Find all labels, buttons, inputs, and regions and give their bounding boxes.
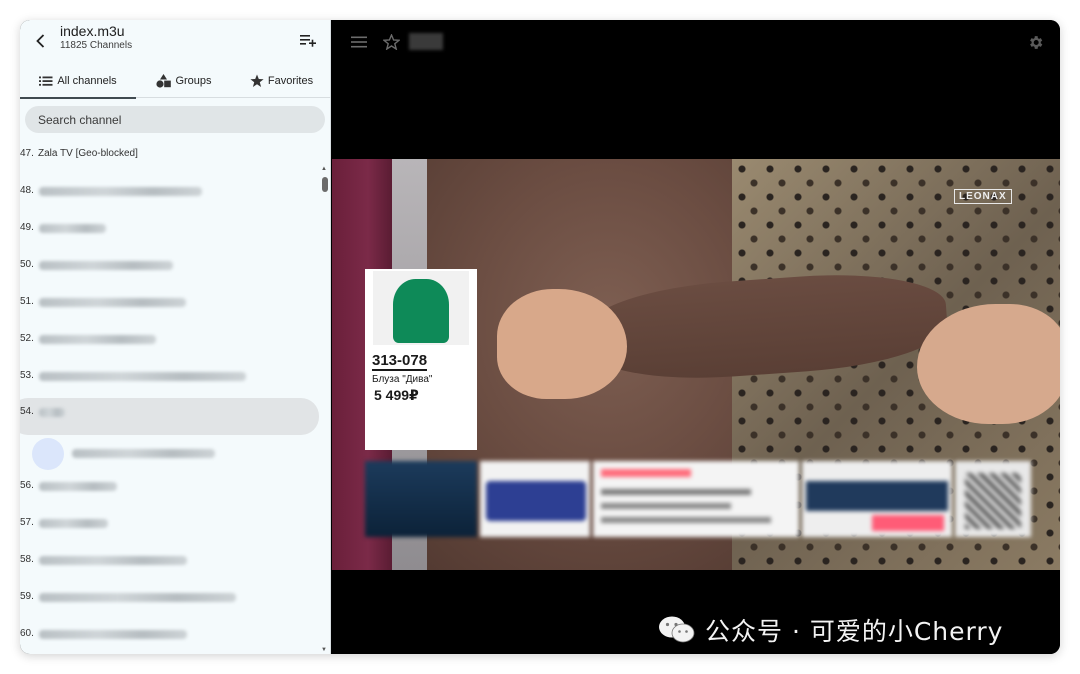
channel-list: 47. Zala TV [Geo-blocked] 48. 49. 50. 51… bbox=[20, 140, 325, 654]
channel-name-blurred bbox=[39, 482, 117, 491]
channel-number: 57. bbox=[20, 517, 34, 528]
star-icon bbox=[250, 74, 264, 87]
tab-groups[interactable]: Groups bbox=[136, 64, 232, 98]
channel-name-blurred bbox=[39, 408, 65, 417]
channel-number: 58. bbox=[20, 554, 34, 565]
channel-logo-overlay: LEONAX bbox=[954, 189, 1012, 204]
tab-groups-label: Groups bbox=[175, 75, 212, 87]
channel-sidebar: index.m3u 11825 Channels All channels Gr… bbox=[20, 20, 331, 654]
channel-name-blurred bbox=[39, 187, 202, 196]
channel-row[interactable]: 47. Zala TV [Geo-blocked] bbox=[20, 140, 325, 177]
channel-row-expanded[interactable] bbox=[20, 435, 325, 472]
shapes-icon bbox=[156, 74, 172, 88]
menu-button[interactable] bbox=[349, 32, 369, 52]
qr-code bbox=[965, 473, 1021, 529]
video-hand-left bbox=[497, 289, 627, 399]
favorite-button[interactable] bbox=[381, 32, 401, 52]
back-button[interactable] bbox=[26, 26, 56, 56]
playlist-title: index.m3u bbox=[60, 23, 125, 39]
channel-name-blurred bbox=[39, 630, 187, 639]
playlist-add-icon bbox=[300, 35, 316, 47]
menu-icon bbox=[351, 36, 367, 48]
player-toolbar bbox=[332, 20, 1060, 64]
channel-number: 52. bbox=[20, 333, 34, 344]
promo-panel-text-blurred bbox=[593, 461, 799, 537]
video-player[interactable]: LEONAX 313-078 Блуза "Дива" 5 499₽ bbox=[332, 20, 1060, 654]
truck-graphic bbox=[486, 481, 586, 521]
channel-number: 49. bbox=[20, 222, 34, 233]
star-outline-icon bbox=[382, 34, 400, 50]
channel-row[interactable]: 50. bbox=[20, 251, 325, 288]
product-price: 5 499₽ bbox=[374, 387, 419, 403]
channel-number: 48. bbox=[20, 185, 34, 196]
channel-number: 59. bbox=[20, 591, 34, 602]
video-frame[interactable]: LEONAX 313-078 Блуза "Дива" 5 499₽ bbox=[332, 159, 1060, 570]
channel-number: 47. bbox=[20, 148, 34, 159]
channel-name-blurred bbox=[39, 593, 236, 602]
channel-number: 56. bbox=[20, 480, 34, 491]
search-input[interactable] bbox=[25, 106, 325, 133]
current-channel-name-blurred bbox=[409, 33, 443, 50]
tab-favorites[interactable]: Favorites bbox=[232, 64, 331, 98]
channel-name-blurred bbox=[39, 519, 108, 528]
channel-row[interactable]: 60. bbox=[20, 620, 325, 654]
tab-all-channels[interactable]: All channels bbox=[20, 64, 136, 99]
channel-name-blurred bbox=[39, 335, 156, 344]
product-code: 313-078 bbox=[372, 352, 428, 371]
promo-panel-delivery-blurred bbox=[480, 461, 590, 537]
channel-number: 53. bbox=[20, 370, 34, 381]
product-name: Блуза "Дива" bbox=[372, 374, 433, 385]
selection-highlight bbox=[20, 398, 319, 435]
add-playlist-button[interactable] bbox=[297, 29, 319, 51]
product-image bbox=[373, 271, 469, 345]
channel-name-blurred bbox=[39, 556, 187, 565]
tab-bar: All channels Groups Favorites bbox=[20, 64, 331, 99]
channel-name-blurred bbox=[39, 224, 106, 233]
channel-name-blurred bbox=[39, 298, 186, 307]
promo-panel-blurred bbox=[365, 461, 477, 537]
channel-name-blurred bbox=[72, 449, 215, 458]
video-hand-right bbox=[917, 304, 1060, 424]
promo-panel-price-blurred bbox=[802, 461, 952, 537]
scroll-down-arrow[interactable]: ▼ bbox=[321, 647, 327, 653]
gear-icon bbox=[1029, 35, 1042, 49]
tab-favorites-label: Favorites bbox=[267, 75, 314, 87]
channel-row[interactable]: 49. bbox=[20, 214, 325, 251]
watermark-text: 公众号 · 可爱的小Cherry bbox=[705, 617, 1004, 646]
settings-button[interactable] bbox=[1025, 32, 1045, 52]
channel-name: Zala TV [Geo-blocked] bbox=[38, 148, 138, 159]
channel-count: 11825 Channels bbox=[60, 40, 133, 51]
channel-row[interactable]: 56. bbox=[20, 472, 325, 509]
channel-row[interactable]: 58. bbox=[20, 546, 325, 583]
channel-name-blurred bbox=[39, 372, 246, 381]
channel-name-blurred bbox=[39, 261, 173, 270]
channel-number: 51. bbox=[20, 296, 34, 307]
promo-strip bbox=[365, 461, 1031, 537]
scroll-up-arrow[interactable]: ▲ bbox=[321, 166, 327, 172]
channel-row[interactable]: 57. bbox=[20, 509, 325, 546]
app-window: index.m3u 11825 Channels All channels Gr… bbox=[20, 20, 1060, 654]
channel-row[interactable]: 53. bbox=[20, 362, 325, 399]
channel-logo bbox=[32, 438, 64, 470]
chevron-left-icon bbox=[36, 34, 45, 48]
tab-all-channels-label: All channels bbox=[57, 75, 117, 87]
channel-number: 50. bbox=[20, 259, 34, 270]
channel-row[interactable]: 51. bbox=[20, 288, 325, 325]
channel-row-selected[interactable]: 54. bbox=[20, 398, 325, 435]
list-icon bbox=[39, 76, 53, 86]
channel-row[interactable]: 52. bbox=[20, 325, 325, 362]
channel-number: 54. bbox=[20, 406, 34, 417]
product-card: 313-078 Блуза "Дива" 5 499₽ bbox=[365, 269, 477, 450]
sweater-graphic bbox=[393, 279, 449, 343]
promo-panel-qr-blurred bbox=[955, 461, 1031, 537]
channel-row[interactable]: 48. bbox=[20, 177, 325, 214]
wechat-icon bbox=[659, 616, 695, 643]
channel-number: 60. bbox=[20, 628, 34, 639]
channel-row[interactable]: 59. bbox=[20, 583, 325, 620]
scrollbar-thumb[interactable] bbox=[322, 177, 328, 192]
wechat-watermark: 公众号 · 可爱的小Cherry bbox=[657, 612, 1003, 648]
